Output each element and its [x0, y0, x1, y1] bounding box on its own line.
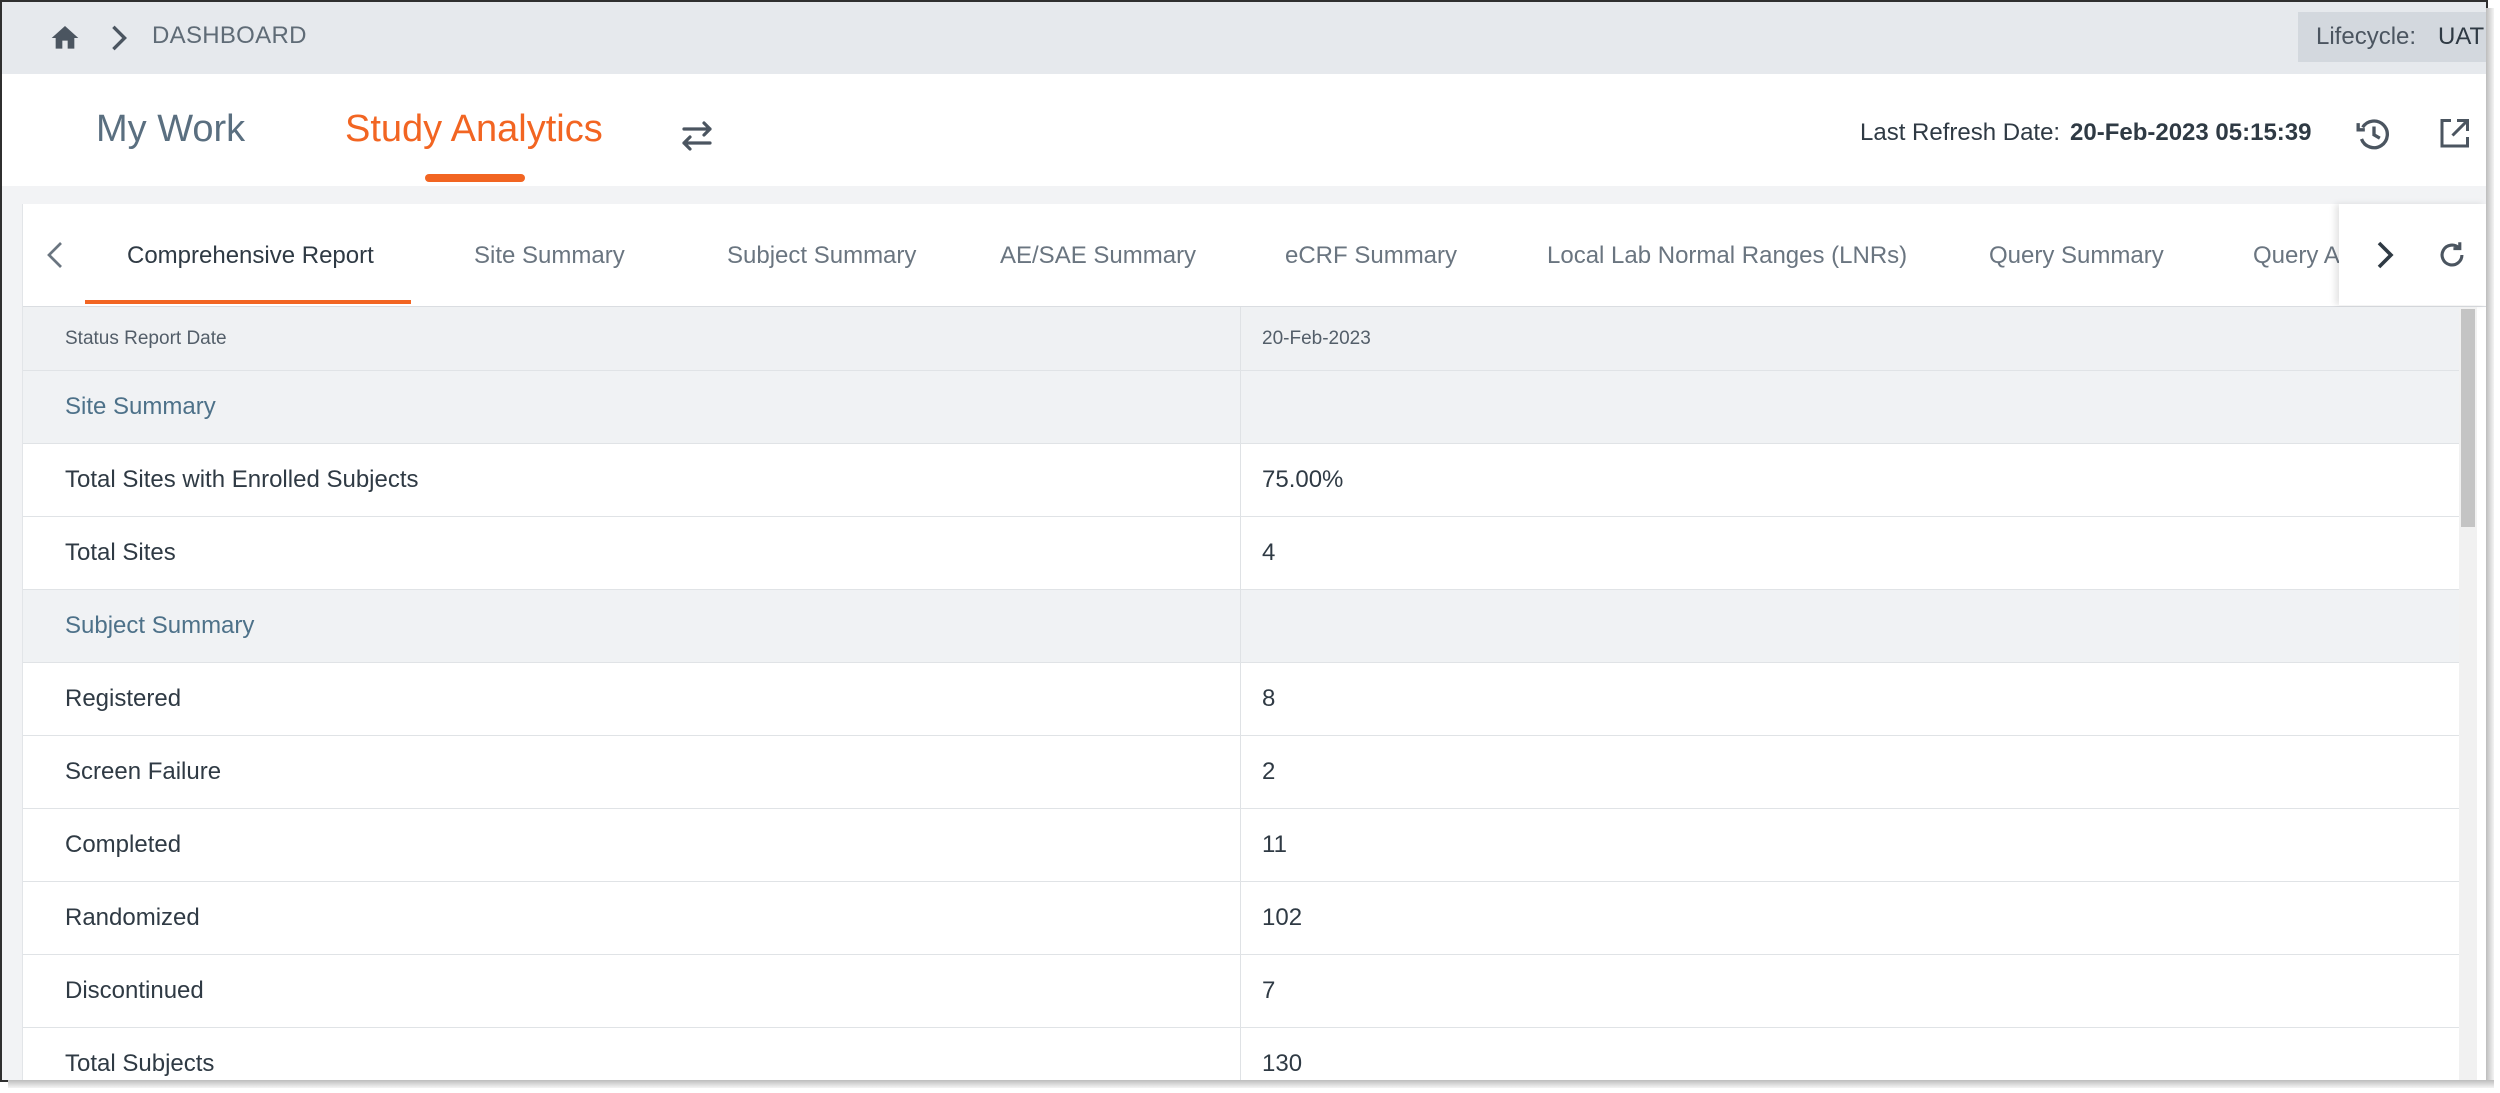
- tab-local-lab-normal-ranges[interactable]: Local Lab Normal Ranges (LNRs): [1547, 242, 1907, 270]
- tab-query-summary[interactable]: Query Summary: [1989, 242, 2164, 270]
- window-shadow-bottom: [8, 1080, 2494, 1088]
- tab-ecrf-summary[interactable]: eCRF Summary: [1285, 242, 1457, 270]
- report-card: Comprehensive Report Site Summary Subjec…: [22, 204, 2486, 1080]
- section-value: [1242, 371, 2459, 443]
- table-row: Screen Failure 2: [23, 736, 2459, 809]
- lifecycle-label: Lifecycle:: [2316, 23, 2417, 50]
- chevron-right-icon[interactable]: [2375, 240, 2395, 270]
- last-refresh-label: Last Refresh Date:: [1860, 119, 2061, 146]
- section-row: Subject Summary: [23, 590, 2459, 663]
- tab-site-summary[interactable]: Site Summary: [474, 242, 625, 270]
- tab-subject-summary[interactable]: Subject Summary: [727, 242, 916, 270]
- metric-value: 75.00%: [1262, 466, 1344, 493]
- metric-label: Screen Failure: [23, 736, 1241, 808]
- app-window: DASHBOARD Lifecycle: UAT My Work Study A…: [0, 0, 2488, 1082]
- section-value: [1242, 590, 2459, 662]
- table-row: Total Subjects 130: [23, 1028, 2459, 1080]
- tab-my-work[interactable]: My Work: [96, 108, 245, 151]
- chevron-right-icon: [112, 25, 127, 51]
- metric-label: Registered: [23, 663, 1241, 735]
- metric-value: 130: [1262, 1050, 1303, 1077]
- table-row: Completed 11: [23, 809, 2459, 882]
- metric-label: Completed: [23, 809, 1241, 881]
- page-header: My Work Study Analytics Last Refresh Dat…: [2, 74, 2486, 186]
- header-label-cell: Status Report Date: [23, 307, 1241, 370]
- report-tabs-bar: Comprehensive Report Site Summary Subjec…: [23, 204, 2486, 307]
- metric-value: 102: [1262, 904, 1303, 931]
- section-title: Subject Summary: [23, 590, 1241, 662]
- metric-label: Total Sites with Enrolled Subjects: [23, 444, 1241, 516]
- metric-label: Randomized: [23, 882, 1241, 954]
- metric-label: Total Sites: [23, 517, 1241, 589]
- tab-ae-sae-summary[interactable]: AE/SAE Summary: [1000, 242, 1196, 270]
- tab-controls: [2339, 204, 2486, 305]
- metric-label: Total Subjects: [23, 1028, 1241, 1080]
- chevron-left-icon[interactable]: [45, 240, 65, 270]
- refresh-icon[interactable]: [2435, 238, 2469, 272]
- section-title: Site Summary: [23, 371, 1241, 443]
- table-row: Discontinued 7: [23, 955, 2459, 1028]
- lifecycle-badge: Lifecycle: UAT: [2298, 12, 2486, 62]
- open-external-icon[interactable]: [2436, 116, 2472, 152]
- report-table: Status Report Date 20-Feb-2023 Site Summ…: [23, 307, 2459, 1080]
- metric-value: 4: [1262, 539, 1276, 566]
- scrollbar-thumb[interactable]: [2461, 309, 2475, 527]
- home-icon[interactable]: [48, 22, 82, 54]
- active-report-tab-indicator: [85, 300, 411, 304]
- metric-value: 11: [1262, 831, 1287, 858]
- table-header-row: Status Report Date 20-Feb-2023: [23, 307, 2459, 371]
- tab-comprehensive-report[interactable]: Comprehensive Report: [127, 242, 374, 270]
- active-tab-indicator: [425, 174, 525, 182]
- tab-study-analytics[interactable]: Study Analytics: [345, 108, 603, 151]
- metric-value: 8: [1262, 685, 1276, 712]
- metric-value: 2: [1262, 758, 1276, 785]
- table-row: Registered 8: [23, 663, 2459, 736]
- vertical-scrollbar[interactable]: [2459, 307, 2477, 1080]
- breadcrumb-bar: DASHBOARD Lifecycle: UAT: [2, 2, 2486, 74]
- report-tabs-viewport: Comprehensive Report Site Summary Subjec…: [23, 204, 2339, 304]
- last-refresh-value: 20-Feb-2023 05:15:39: [2070, 119, 2312, 146]
- section-row: Site Summary: [23, 371, 2459, 444]
- swap-arrows-icon[interactable]: [676, 118, 718, 154]
- history-icon[interactable]: [2354, 114, 2394, 154]
- table-row: Randomized 102: [23, 882, 2459, 955]
- breadcrumb-dashboard[interactable]: DASHBOARD: [152, 22, 307, 50]
- header-value-cell: 20-Feb-2023: [1262, 327, 1371, 349]
- lifecycle-value: UAT: [2438, 23, 2485, 50]
- window-shadow-right: [2486, 8, 2494, 1086]
- metric-label: Discontinued: [23, 955, 1241, 1027]
- metric-value: 7: [1262, 977, 1276, 1004]
- table-row: Total Sites with Enrolled Subjects 75.00%: [23, 444, 2459, 517]
- tab-query-a[interactable]: Query A: [2253, 242, 2339, 270]
- table-row: Total Sites 4: [23, 517, 2459, 590]
